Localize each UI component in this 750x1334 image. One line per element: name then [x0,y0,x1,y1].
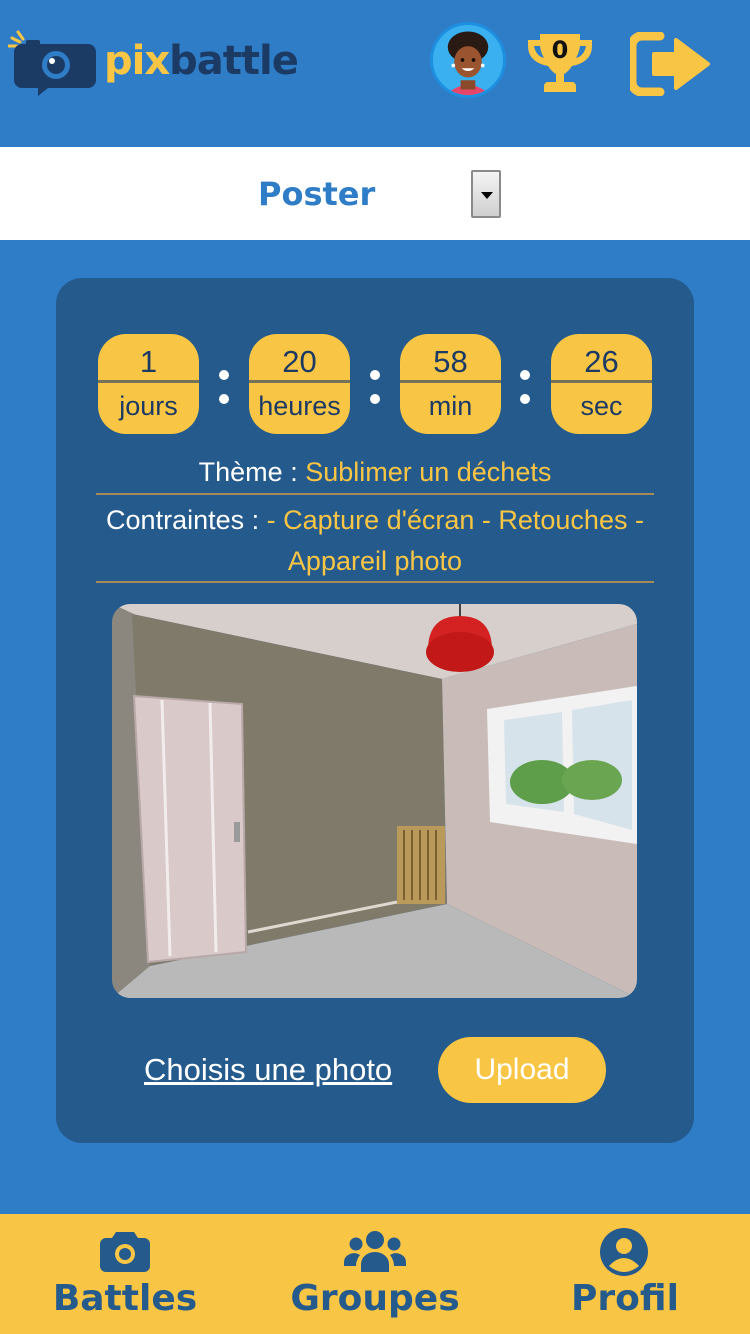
app-header: pixbattle 0 [0,0,750,147]
logo-battle: battle [169,38,299,84]
countdown-unit: jours [119,391,178,421]
user-circle-icon [600,1228,648,1276]
trophy-count: 0 [551,36,569,64]
divider [98,380,199,383]
pixbattle-logo[interactable]: pixbattle [8,30,308,100]
choose-photo-link[interactable]: Choisis une photo [144,1050,392,1090]
trophy-button[interactable]: 0 [526,32,594,94]
countdown-timer: 1 jours 20 heures 58 min 26 sec [98,334,654,434]
constraints-value: - Capture d'écran - Retouches - Appareil… [266,505,644,576]
countdown-days: 1 jours [98,334,199,434]
theme-label: Thème : [198,457,306,487]
countdown-unit: sec [580,391,623,421]
divider [96,581,654,583]
nav-label: Battles [52,1278,198,1319]
camera-logo-icon [8,30,96,96]
nav-label: Groupes [290,1278,460,1319]
countdown-hours: 20 heures [249,334,350,434]
divider [96,493,654,495]
divider [249,380,350,383]
photo-preview [112,604,637,998]
battle-card: 1 jours 20 heures 58 min 26 sec Thème : … [56,278,694,1143]
countdown-value: 20 [282,344,317,379]
select-dropdown-arrow-icon[interactable] [471,170,501,218]
category-select-bar: Poster [0,147,750,240]
colon-separator [370,364,380,408]
colon-separator [219,364,229,408]
logo-wordmark: pixbattle [104,36,299,86]
countdown-value: 26 [584,344,619,379]
upload-button[interactable]: Upload [438,1037,606,1103]
camera-icon [100,1232,150,1272]
countdown-unit: min [428,391,473,421]
nav-item-battles[interactable]: Battles [0,1214,250,1334]
countdown-value: 1 [139,344,158,379]
countdown-value: 58 [433,344,468,379]
divider [551,380,652,383]
logo-pix: pix [104,38,170,84]
users-icon [344,1231,406,1272]
countdown-minutes: 58 min [400,334,501,434]
nav-item-groupes[interactable]: Groupes [250,1214,500,1334]
logout-button[interactable] [627,31,712,97]
countdown-unit: heures [258,391,341,421]
avatar-icon[interactable] [430,22,506,98]
theme-line: Thème : Sublimer un déchets [56,452,694,492]
category-select[interactable]: Poster [258,175,375,213]
nav-label: Profil [571,1278,679,1319]
colon-separator [520,364,530,408]
constraints-label: Contraintes : [106,505,267,535]
logout-icon [627,31,710,97]
divider [400,380,501,383]
constraints-line: Contraintes : - Capture d'écran - Retouc… [96,500,654,582]
bottom-nav: Battles Groupes Profil [0,1214,750,1334]
nav-item-profil[interactable]: Profil [500,1214,750,1334]
theme-value: Sublimer un déchets [305,457,552,487]
countdown-seconds: 26 sec [551,334,652,434]
